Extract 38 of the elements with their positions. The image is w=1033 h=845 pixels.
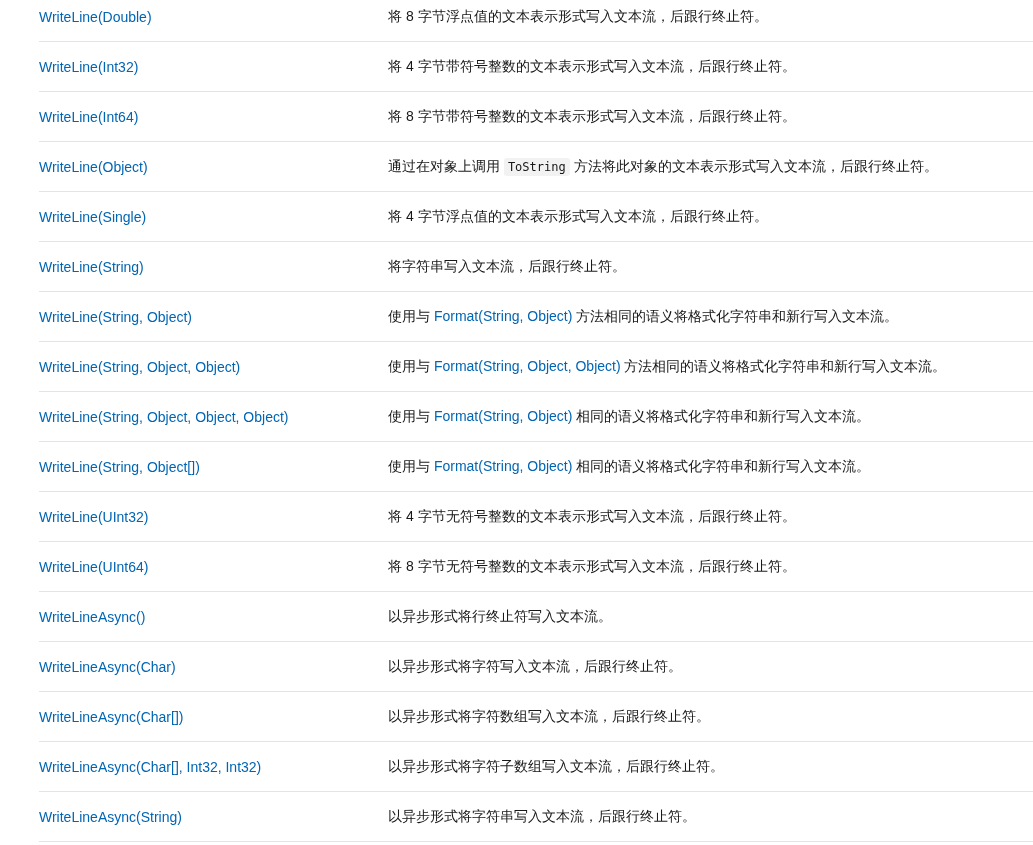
- method-description: 以异步形式将字符子数组写入文本流，后跟行终止符。: [388, 757, 724, 774]
- method-link[interactable]: WriteLine(String, Object[]): [39, 458, 200, 475]
- method-link[interactable]: WriteLine(String, Object, Object): [39, 358, 241, 375]
- format-link[interactable]: Format(String, Object): [433, 457, 573, 474]
- method-link[interactable]: WriteLine(Object): [39, 158, 148, 175]
- method-link[interactable]: WriteLineAsync(): [39, 608, 146, 625]
- method-link[interactable]: WriteLine(Int32): [39, 58, 139, 75]
- method-link[interactable]: WriteLine(UInt64): [39, 558, 149, 575]
- method-description: 将 4 字节无符号整数的文本表示形式写入文本流，后跟行终止符。: [388, 507, 796, 524]
- method-description: 使用与 Format(String, Object) 方法相同的语义将格式化字符串和新行写入文本流。: [388, 307, 899, 324]
- method-description: 将 8 字节带符号整数的文本表示形式写入文本流，后跟行终止符。: [388, 107, 796, 124]
- method-link[interactable]: WriteLineAsync(String): [39, 808, 182, 825]
- method-description: 将 4 字节浮点值的文本表示形式写入文本流，后跟行终止符。: [388, 207, 768, 224]
- format-link[interactable]: Format(String, Object, Object): [433, 357, 621, 374]
- method-link[interactable]: WriteLineAsync(Char[], Int32, Int32): [39, 758, 262, 775]
- method-link[interactable]: WriteLine(String): [39, 258, 144, 275]
- method-link[interactable]: WriteLine(Double): [39, 8, 152, 25]
- method-description: 将 4 字节带符号整数的文本表示形式写入文本流，后跟行终止符。: [388, 57, 796, 74]
- method-description: 将 8 字节无符号整数的文本表示形式写入文本流，后跟行终止符。: [388, 557, 796, 574]
- method-link[interactable]: WriteLine(String, Object, Object, Object): [39, 408, 289, 425]
- method-description: 使用与 Format(String, Object) 相同的语义将格式化字符串和新行写入文本流。: [388, 457, 871, 474]
- method-link[interactable]: WriteLine(Int64): [39, 108, 139, 125]
- method-description: 以异步形式将字符写入文本流，后跟行终止符。: [388, 657, 682, 674]
- method-link[interactable]: WriteLine(String, Object): [39, 308, 192, 325]
- method-description: 以异步形式将行终止符写入文本流。: [388, 607, 612, 624]
- method-description: 使用与 Format(String, Object) 相同的语义将格式化字符串和新行写入文本流。: [388, 407, 871, 424]
- method-link[interactable]: WriteLineAsync(Char[]): [39, 708, 184, 725]
- method-description: 以异步形式将字符串写入文本流，后跟行终止符。: [388, 807, 696, 824]
- format-link[interactable]: Format(String, Object): [433, 307, 573, 324]
- method-description: 使用与 Format(String, Object, Object) 方法相同的语义将格式化字符串和新行写入文本流。: [388, 357, 947, 374]
- method-link[interactable]: WriteLine(Single): [39, 208, 147, 225]
- method-description: 通过在对象上调用 ToString 方法将此对象的文本表示形式写入文本流，后跟行终止符。: [388, 157, 938, 174]
- method-link[interactable]: WriteLineAsync(Char): [39, 658, 176, 675]
- format-link[interactable]: Format(String, Object): [433, 407, 573, 424]
- method-description: 以异步形式将字符数组写入文本流，后跟行终止符。: [388, 707, 710, 724]
- method-description: 将 8 字节浮点值的文本表示形式写入文本流，后跟行终止符。: [388, 7, 768, 24]
- method-link[interactable]: WriteLine(UInt32): [39, 508, 149, 525]
- method-description: 将字符串写入文本流，后跟行终止符。: [388, 257, 626, 274]
